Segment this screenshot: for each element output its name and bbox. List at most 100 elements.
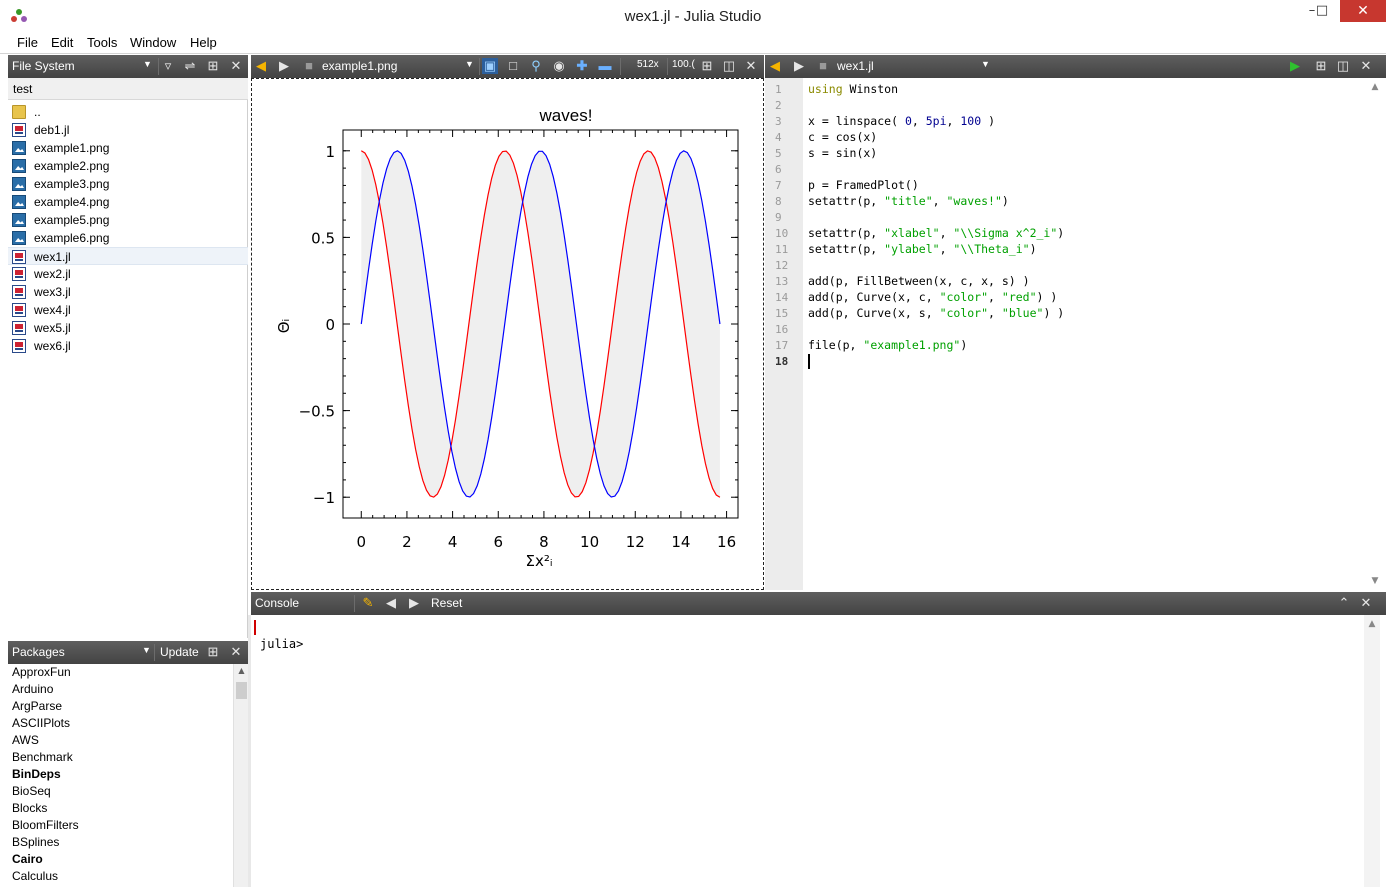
open-file-name[interactable]: wex1.jl — [837, 59, 874, 73]
menu-window[interactable]: Window — [130, 35, 176, 50]
forward-arrow-icon[interactable]: ▶ — [276, 58, 292, 74]
file-item[interactable]: example3.png — [8, 175, 248, 193]
zoom-icon[interactable]: ⚲ — [528, 58, 544, 74]
file-item[interactable]: wex4.jl — [8, 301, 248, 319]
code-line[interactable]: using Winston — [808, 82, 898, 96]
scroll-down-icon[interactable]: ▼ — [1368, 576, 1382, 586]
maximize-panel-icon[interactable]: ⌃ — [1336, 595, 1352, 611]
editor-scrollbar[interactable]: ▲ ▼ — [1368, 78, 1382, 590]
file-item[interactable]: example1.png — [8, 139, 248, 157]
chevron-down-icon[interactable]: ▼ — [143, 59, 152, 69]
maximize-button[interactable]: □ — [1304, 0, 1340, 22]
forward-arrow-icon[interactable]: ▶ — [791, 58, 807, 74]
close-panel-icon[interactable]: ✕ — [1358, 58, 1374, 74]
console[interactable]: julia> ▲ — [251, 615, 1386, 887]
split-icon[interactable]: ⊞ — [699, 58, 715, 74]
packages-selector[interactable]: Packages — [12, 645, 65, 659]
scroll-up-icon[interactable]: ▲ — [1368, 82, 1382, 92]
y-tick-label: −0.5 — [299, 403, 335, 421]
menu-file[interactable]: File — [17, 35, 38, 50]
close-panel-icon[interactable]: ✕ — [743, 58, 759, 74]
close-panel-icon[interactable]: ✕ — [228, 644, 244, 660]
code-line[interactable]: add(p, Curve(x, c, "color", "red") ) — [808, 290, 1057, 304]
package-item[interactable]: BSplines — [8, 834, 232, 851]
code-line[interactable]: setattr(p, "title", "waves!") — [808, 194, 1009, 208]
code-editor[interactable]: 1 2 3 4 5 6 7 8 9 10 11 12 13 14 15 16 1… — [765, 78, 1386, 590]
chevron-down-icon[interactable]: ▼ — [142, 645, 151, 655]
console-scrollbar[interactable]: ▲ — [1364, 615, 1380, 887]
outline-icon[interactable]: □ — [505, 58, 521, 74]
scroll-up-icon[interactable]: ▲ — [234, 666, 249, 675]
package-item[interactable]: Cairo — [8, 851, 232, 868]
back-arrow-icon[interactable]: ◀ — [253, 58, 269, 74]
package-item[interactable]: ArgParse — [8, 698, 232, 715]
chevron-down-icon[interactable]: ▼ — [465, 59, 474, 69]
editor-toolbar: ◀ ▶ ■ wex1.jl ▼ ▶ ⊞ ◫ ✕ — [765, 55, 1386, 78]
file-name: example6.png — [34, 231, 110, 245]
file-item[interactable]: deb1.jl — [8, 121, 248, 139]
code-line[interactable]: add(p, FillBetween(x, c, x, s) ) — [808, 274, 1030, 288]
file-item[interactable]: example2.png — [8, 157, 248, 175]
close-panel-icon[interactable]: ✕ — [1358, 595, 1374, 611]
split-icon[interactable]: ⊞ — [1313, 58, 1329, 74]
file-item[interactable]: example6.png — [8, 229, 248, 247]
split-icon[interactable]: ⊞ — [205, 644, 221, 660]
package-item[interactable]: Blocks — [8, 800, 232, 817]
collapse-icon[interactable]: ◫ — [721, 58, 737, 74]
code-line[interactable]: p = FramedPlot() — [808, 178, 919, 192]
code-line[interactable]: x = linspace( 0, 5pi, 100 ) — [808, 114, 995, 128]
close-panel-icon[interactable]: ✕ — [228, 58, 244, 74]
scrollbar-thumb[interactable] — [236, 682, 247, 699]
file-item[interactable]: wex2.jl — [8, 265, 248, 283]
filter-icon[interactable]: ▿ — [160, 58, 176, 74]
code-line[interactable]: setattr(p, "ylabel", "\\Theta_i") — [808, 242, 1037, 256]
sync-icon[interactable]: ⇌ — [182, 58, 198, 74]
file-item[interactable]: wex6.jl — [8, 337, 248, 355]
code-line[interactable]: c = cos(x) — [808, 130, 877, 144]
package-item[interactable]: AWS — [8, 732, 232, 749]
back-arrow-icon[interactable]: ◀ — [383, 595, 399, 611]
code-line[interactable]: add(p, Curve(x, s, "color", "blue") ) — [808, 306, 1064, 320]
line-number: 2 — [775, 99, 782, 112]
file-item[interactable]: wex3.jl — [8, 283, 248, 301]
package-item[interactable]: BinDeps — [8, 766, 232, 783]
run-icon[interactable]: ▶ — [1287, 58, 1303, 74]
update-packages-button[interactable]: Update — [160, 645, 199, 659]
reset-button[interactable]: Reset — [431, 596, 462, 610]
zoom-out-icon[interactable]: ▬ — [597, 58, 613, 74]
code-line[interactable]: file(p, "example1.png") — [808, 338, 967, 352]
package-item[interactable]: BloomFilters — [8, 817, 232, 834]
back-arrow-icon[interactable]: ◀ — [767, 58, 783, 74]
file-system-selector[interactable]: File System — [12, 59, 75, 73]
package-item[interactable]: Calculus — [8, 868, 232, 885]
chevron-down-icon[interactable]: ▼ — [981, 59, 990, 69]
file-item[interactable]: .. — [8, 103, 248, 121]
close-window-button[interactable]: ✕ — [1340, 0, 1386, 22]
forward-arrow-icon[interactable]: ▶ — [406, 595, 422, 611]
package-item[interactable]: Benchmark — [8, 749, 232, 766]
package-item[interactable]: BioSeq — [8, 783, 232, 800]
menu-tools[interactable]: Tools — [87, 35, 117, 50]
code-line[interactable]: setattr(p, "xlabel", "\\Sigma x^2_i") — [808, 226, 1064, 240]
package-item[interactable]: ASCIIPlots — [8, 715, 232, 732]
package-item[interactable]: Arduino — [8, 681, 232, 698]
packages-scrollbar[interactable]: ▲ — [233, 664, 248, 887]
eye-icon[interactable]: ◉ — [551, 58, 567, 74]
collapse-icon[interactable]: ◫ — [1335, 58, 1351, 74]
y-axis-label: Θᵢ — [275, 319, 293, 334]
clear-console-icon[interactable]: ✎ — [360, 595, 376, 611]
y-tick-label: −1 — [313, 489, 335, 507]
open-image-name[interactable]: example1.png — [322, 59, 397, 73]
split-icon[interactable]: ⊞ — [205, 58, 221, 74]
menu-help[interactable]: Help — [190, 35, 217, 50]
scroll-up-icon[interactable]: ▲ — [1364, 619, 1380, 629]
zoom-in-icon[interactable]: ✚ — [574, 58, 590, 74]
code-line[interactable]: s = sin(x) — [808, 146, 877, 160]
package-item[interactable]: ApproxFun — [8, 664, 232, 681]
file-item[interactable]: example5.png — [8, 211, 248, 229]
file-item[interactable]: wex5.jl — [8, 319, 248, 337]
background-icon[interactable]: ▣ — [482, 58, 498, 74]
menu-edit[interactable]: Edit — [51, 35, 73, 50]
file-item[interactable]: example4.png — [8, 193, 248, 211]
file-item[interactable]: wex1.jl — [8, 247, 248, 265]
